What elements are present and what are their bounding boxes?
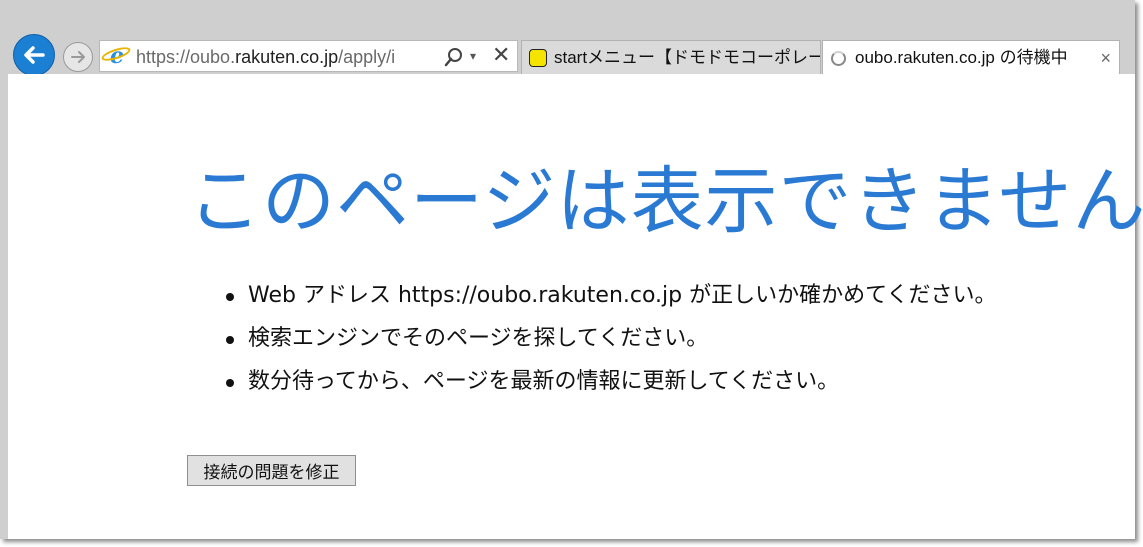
suggestion-list: Web アドレス https://oubo.rakuten.co.jp が正しい… bbox=[225, 274, 996, 403]
back-button[interactable] bbox=[13, 34, 55, 76]
search-icon[interactable] bbox=[444, 47, 464, 67]
loading-spinner-icon bbox=[831, 51, 846, 66]
tab-start-menu[interactable]: startメニュー【ドモドモコーポレーシ… bbox=[521, 40, 821, 74]
list-item: 検索エンジンでそのページを探してください。 bbox=[225, 317, 996, 360]
url-suffix: /apply/i bbox=[338, 47, 396, 67]
fix-connection-button[interactable]: 接続の問題を修正 bbox=[187, 455, 356, 486]
tab-rakuten[interactable]: oubo.rakuten.co.jp の待機中 × bbox=[822, 40, 1120, 75]
close-icon[interactable]: ✕ bbox=[492, 44, 510, 68]
url-prefix: https://oubo. bbox=[136, 47, 236, 67]
page-title: このページは表示できません bbox=[188, 159, 1143, 244]
arrow-right-icon bbox=[71, 51, 85, 63]
yellow-face-icon bbox=[529, 49, 547, 67]
tab-title: oubo.rakuten.co.jp の待機中 bbox=[855, 48, 1068, 67]
url-field[interactable]: https://oubo.rakuten.co.jp/apply/i bbox=[136, 46, 436, 68]
address-bar[interactable]: e https://oubo.rakuten.co.jp/apply/i ▾ ✕ bbox=[99, 40, 518, 72]
url-host: rakuten.co.jp bbox=[235, 47, 339, 67]
browser-toolbar: e https://oubo.rakuten.co.jp/apply/i ▾ ✕… bbox=[0, 0, 1135, 76]
page-content: このページは表示できません Web アドレス https://oubo.raku… bbox=[8, 74, 1143, 539]
arrow-left-icon bbox=[24, 46, 45, 64]
list-item: Web アドレス https://oubo.rakuten.co.jp が正しい… bbox=[225, 274, 996, 317]
browser-window: e https://oubo.rakuten.co.jp/apply/i ▾ ✕… bbox=[0, 0, 1143, 539]
chevron-down-icon[interactable]: ▾ bbox=[470, 49, 476, 63]
forward-button[interactable] bbox=[63, 42, 93, 72]
tab-title: startメニュー【ドモドモコーポレーシ… bbox=[554, 48, 820, 67]
tab-close-icon[interactable]: × bbox=[1100, 41, 1111, 75]
list-item: 数分待ってから、ページを最新の情報に更新してください。 bbox=[225, 360, 996, 403]
